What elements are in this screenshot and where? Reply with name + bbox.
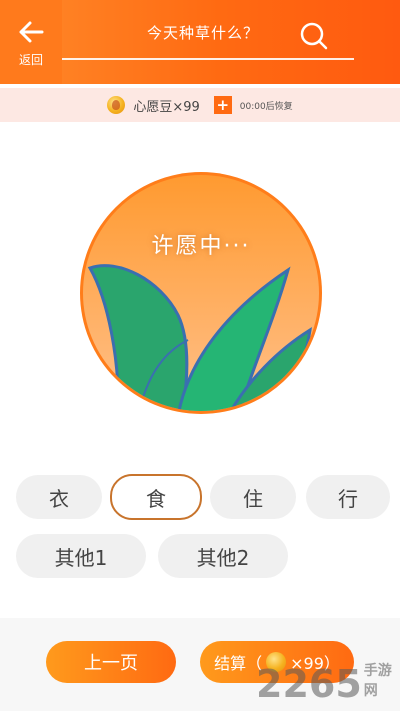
wishing-status-text: 许愿中··· [151, 234, 251, 259]
add-bean-button[interactable]: + [213, 96, 232, 114]
arrow-left-icon [19, 21, 44, 42]
title-underline [62, 58, 354, 60]
category-other-1[interactable]: 其他1 [16, 534, 146, 578]
watermark-text: 手游网 [363, 663, 392, 699]
wish-bean-status: 心愿豆×99 + 00:00后恢复 [0, 88, 400, 122]
category-travel[interactable]: 行 [306, 475, 390, 519]
wish-bean-count: 心愿豆×99 [133, 99, 200, 115]
settle-label: 结算（ [214, 654, 263, 673]
search-icon[interactable] [298, 20, 330, 52]
back-label: 返回 [18, 52, 43, 67]
back-button[interactable]: 返回 [0, 0, 62, 84]
category-housing[interactable]: 住 [210, 475, 296, 519]
recovery-timer: 00:00后恢复 [239, 101, 293, 112]
wish-bean-icon [107, 96, 126, 114]
watermark-number: 2265 [256, 662, 362, 706]
site-watermark: 2265 手游网 [256, 656, 400, 706]
category-clothing[interactable]: 衣 [16, 475, 102, 519]
prev-page-label: 上一页 [84, 653, 138, 674]
wish-illustration[interactable] [78, 170, 324, 416]
category-other-2[interactable]: 其他2 [158, 534, 288, 578]
category-food-selected[interactable]: 食 [110, 474, 202, 520]
prev-page-button[interactable]: 上一页 [46, 641, 176, 683]
page-title: 今天种草什么？ [146, 24, 259, 42]
header-bar: 返回 今天种草什么？ [0, 0, 400, 84]
